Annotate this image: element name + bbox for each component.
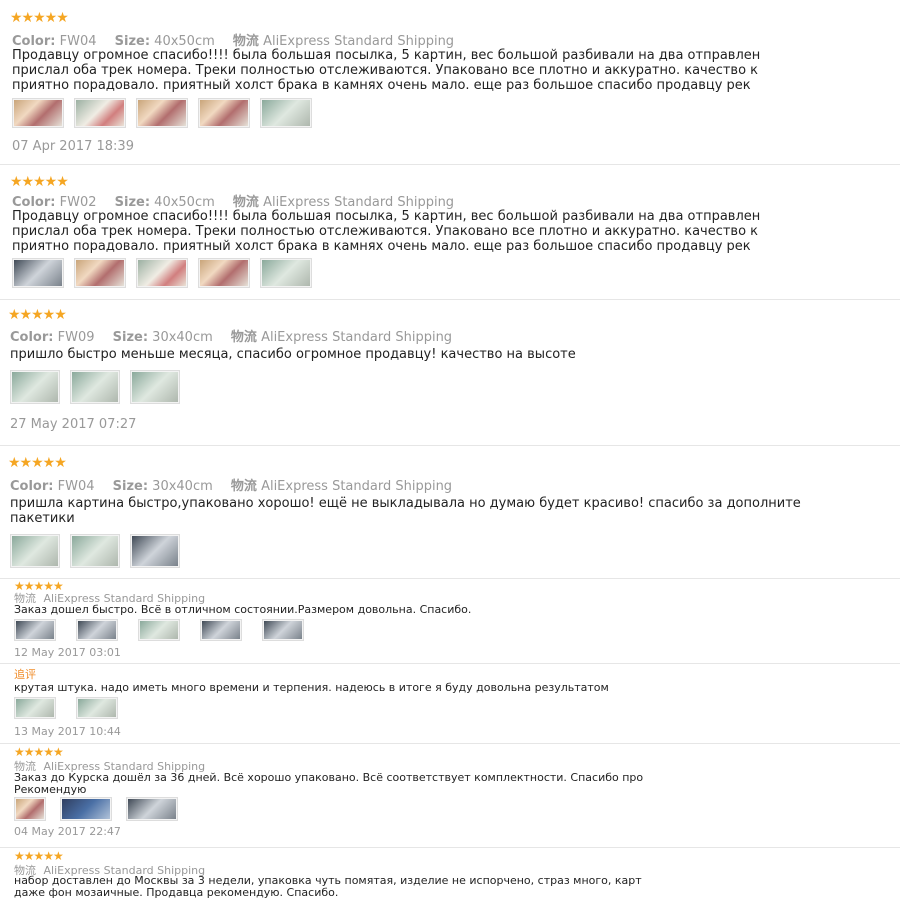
review-text: крутая штука. надо иметь много времени и… — [14, 681, 609, 694]
color-value: FW04 — [57, 479, 95, 494]
review-item: ★★★★★ 物流 AliExpress Standard Shipping За… — [0, 578, 900, 664]
size-label: Size: — [112, 330, 149, 345]
photo-thumbnails — [10, 370, 180, 404]
review-text: пришло быстро меньше месяца, спасибо огр… — [10, 347, 576, 362]
color-label: Color: — [10, 330, 54, 345]
size-label: Size: — [114, 195, 151, 210]
color-value: FW09 — [57, 330, 95, 345]
review-text: Заказ дошел быстро. Всё в отличном состо… — [14, 603, 472, 616]
size-value: 40x50cm — [154, 34, 215, 49]
size-value: 40x50cm — [154, 195, 215, 210]
review-item: 追评 крутая штука. надо иметь много времен… — [0, 663, 900, 744]
review-item: ★★★★★ 物流 AliExpress Standard Shipping За… — [0, 743, 900, 848]
photo-thumbnail[interactable] — [200, 619, 242, 641]
rating-stars: ★★★★★ — [10, 10, 69, 26]
review-item: ★★★★★ 物流 AliExpress Standard Shipping на… — [0, 847, 900, 900]
photo-thumbnail[interactable] — [198, 98, 250, 128]
photo-thumbnail[interactable] — [260, 98, 312, 128]
rating-stars: ★★★★★ — [8, 307, 67, 323]
photo-thumbnail[interactable] — [126, 797, 178, 821]
photo-thumbnails — [14, 619, 304, 641]
review-meta: Color: FW09 Size: 30x40cm 物流 AliExpress … — [10, 326, 456, 345]
shipping-value: AliExpress Standard Shipping — [261, 330, 453, 345]
color-label: Color: — [12, 195, 56, 210]
photo-thumbnail[interactable] — [60, 797, 112, 821]
photo-thumbnails — [14, 797, 178, 821]
review-meta: Color: FW04 Size: 30x40cm 物流 AliExpress … — [10, 475, 456, 494]
review-text: Продавцу огромное спасибо!!!! была больш… — [12, 209, 761, 254]
rating-stars: ★★★★★ — [14, 745, 64, 759]
photo-thumbnail[interactable] — [74, 258, 126, 288]
review-date: 12 May 2017 03:01 — [14, 646, 121, 659]
photo-thumbnail[interactable] — [12, 98, 64, 128]
photo-thumbnails — [10, 534, 180, 568]
size-label: Size: — [112, 479, 149, 494]
review-item: ★★★★★ Color: FW04 Size: 40x50cm 物流 AliEx… — [0, 0, 900, 165]
photo-thumbnails — [12, 98, 312, 128]
review-item: ★★★★★ Color: FW04 Size: 30x40cm 物流 AliEx… — [0, 445, 900, 579]
review-item: ★★★★★ Color: FW09 Size: 30x40cm 物流 AliEx… — [0, 299, 900, 446]
size-value: 30x40cm — [152, 479, 213, 494]
shipping-label: 物流 — [230, 479, 257, 494]
rating-stars: ★★★★★ — [14, 849, 64, 863]
photo-thumbnail[interactable] — [260, 258, 312, 288]
shipping-value: AliExpress Standard Shipping — [263, 34, 455, 49]
photo-thumbnail[interactable] — [10, 534, 60, 568]
shipping-value: AliExpress Standard Shipping — [263, 195, 455, 210]
color-value: FW02 — [59, 195, 97, 210]
rating-stars: ★★★★★ — [10, 174, 69, 190]
photo-thumbnail[interactable] — [10, 370, 60, 404]
photo-thumbnail[interactable] — [76, 697, 118, 719]
photo-thumbnail[interactable] — [14, 619, 56, 641]
review-meta: Color: FW02 Size: 40x50cm 物流 AliExpress … — [12, 191, 458, 210]
photo-thumbnail[interactable] — [138, 619, 180, 641]
shipping-label: 物流 — [232, 195, 259, 210]
color-label: Color: — [12, 34, 56, 49]
photo-thumbnail[interactable] — [70, 370, 120, 404]
review-date: 04 May 2017 22:47 — [14, 825, 121, 838]
review-item: ★★★★★ Color: FW02 Size: 40x50cm 物流 AliEx… — [0, 164, 900, 300]
photo-thumbnail[interactable] — [70, 534, 120, 568]
color-value: FW04 — [59, 34, 97, 49]
photo-thumbnail[interactable] — [14, 697, 56, 719]
photo-thumbnails — [12, 258, 312, 288]
photo-thumbnail[interactable] — [130, 370, 180, 404]
size-label: Size: — [114, 34, 151, 49]
review-text: пришла картина быстро,упаковано хорошо! … — [10, 496, 801, 526]
photo-thumbnails — [14, 697, 118, 719]
review-text: Продавцу огромное спасибо!!!! была больш… — [12, 48, 761, 93]
photo-thumbnail[interactable] — [136, 98, 188, 128]
photo-thumbnail[interactable] — [262, 619, 304, 641]
photo-thumbnail[interactable] — [74, 98, 126, 128]
photo-thumbnail[interactable] — [198, 258, 250, 288]
shipping-value: AliExpress Standard Shipping — [261, 479, 453, 494]
photo-thumbnail[interactable] — [12, 258, 64, 288]
review-date: 27 May 2017 07:27 — [10, 417, 137, 432]
color-label: Color: — [10, 479, 54, 494]
photo-thumbnail[interactable] — [14, 797, 46, 821]
size-value: 30x40cm — [152, 330, 213, 345]
shipping-label: 物流 — [232, 34, 259, 49]
rating-stars: ★★★★★ — [8, 455, 67, 471]
photo-thumbnail[interactable] — [136, 258, 188, 288]
photo-thumbnail[interactable] — [76, 619, 118, 641]
review-text: Заказ до Курска дошёл за 36 дней. Всё хо… — [14, 772, 644, 796]
review-date: 13 May 2017 10:44 — [14, 725, 121, 738]
photo-thumbnail[interactable] — [130, 534, 180, 568]
review-date: 07 Apr 2017 18:39 — [12, 139, 134, 154]
shipping-label: 物流 — [230, 330, 257, 345]
review-meta: Color: FW04 Size: 40x50cm 物流 AliExpress … — [12, 30, 458, 49]
review-text: набор доставлен до Москвы за 3 недели, у… — [14, 875, 642, 899]
